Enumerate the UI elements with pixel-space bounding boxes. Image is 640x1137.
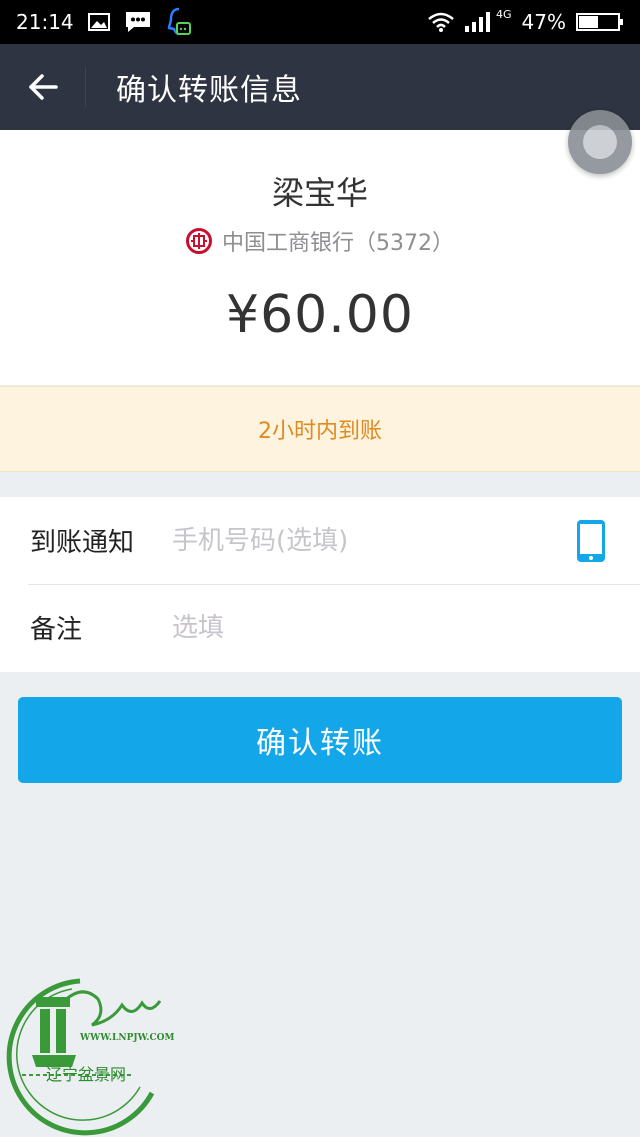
qq-notification-icon <box>166 7 192 37</box>
remark-label: 备注 <box>30 615 83 645</box>
status-time: 21:14 <box>16 10 74 34</box>
confirm-transfer-button[interactable]: 确认转账 <box>18 697 622 783</box>
floating-assist-button[interactable] <box>568 110 632 174</box>
arrival-notice: 2小时内到账 <box>0 386 640 472</box>
watermark-emblem-icon <box>6 978 162 1136</box>
notify-label: 到账通知 <box>30 528 135 558</box>
battery-percent: 47% <box>521 10 566 34</box>
watermark-logo: WWW.LNPJW.COM 辽宁盆景网 <box>2 975 174 1137</box>
battery-icon <box>576 12 624 32</box>
gallery-notification-icon <box>87 12 110 32</box>
title-bar: 确认转账信息 <box>0 44 640 130</box>
remark-input[interactable] <box>172 612 552 643</box>
recipient-card: 梁宝华 中国工商银行（5372） ¥60.00 <box>0 130 640 385</box>
phone-number-input[interactable] <box>172 525 552 556</box>
remark-row: 备注 <box>0 584 640 671</box>
contacts-button[interactable] <box>576 519 606 563</box>
floating-assist-icon <box>583 125 617 159</box>
arrow-left-icon <box>28 74 58 100</box>
phone-icon <box>577 520 605 562</box>
watermark-url: WWW.LNPJW.COM <box>80 1033 175 1043</box>
notify-row: 到账通知 <box>0 497 640 584</box>
bank-name: 中国工商银行（5372） <box>222 231 454 256</box>
recipient-name: 梁宝华 <box>271 174 368 212</box>
page-title: 确认转账信息 <box>116 73 302 108</box>
transfer-amount: ¥60.00 <box>226 285 414 345</box>
network-type-label: 4G <box>496 7 512 21</box>
status-bar: 21:14 4G 47% <box>0 0 640 44</box>
wifi-icon <box>428 12 454 32</box>
back-button[interactable] <box>0 67 86 107</box>
transfer-form: 到账通知 备注 <box>0 497 640 672</box>
watermark-name: 辽宁盆景网 <box>46 1065 127 1084</box>
message-notification-icon <box>124 10 152 34</box>
icbc-logo-icon <box>186 228 212 254</box>
signal-icon <box>464 11 491 33</box>
bank-info: 中国工商银行（5372） <box>0 225 640 257</box>
